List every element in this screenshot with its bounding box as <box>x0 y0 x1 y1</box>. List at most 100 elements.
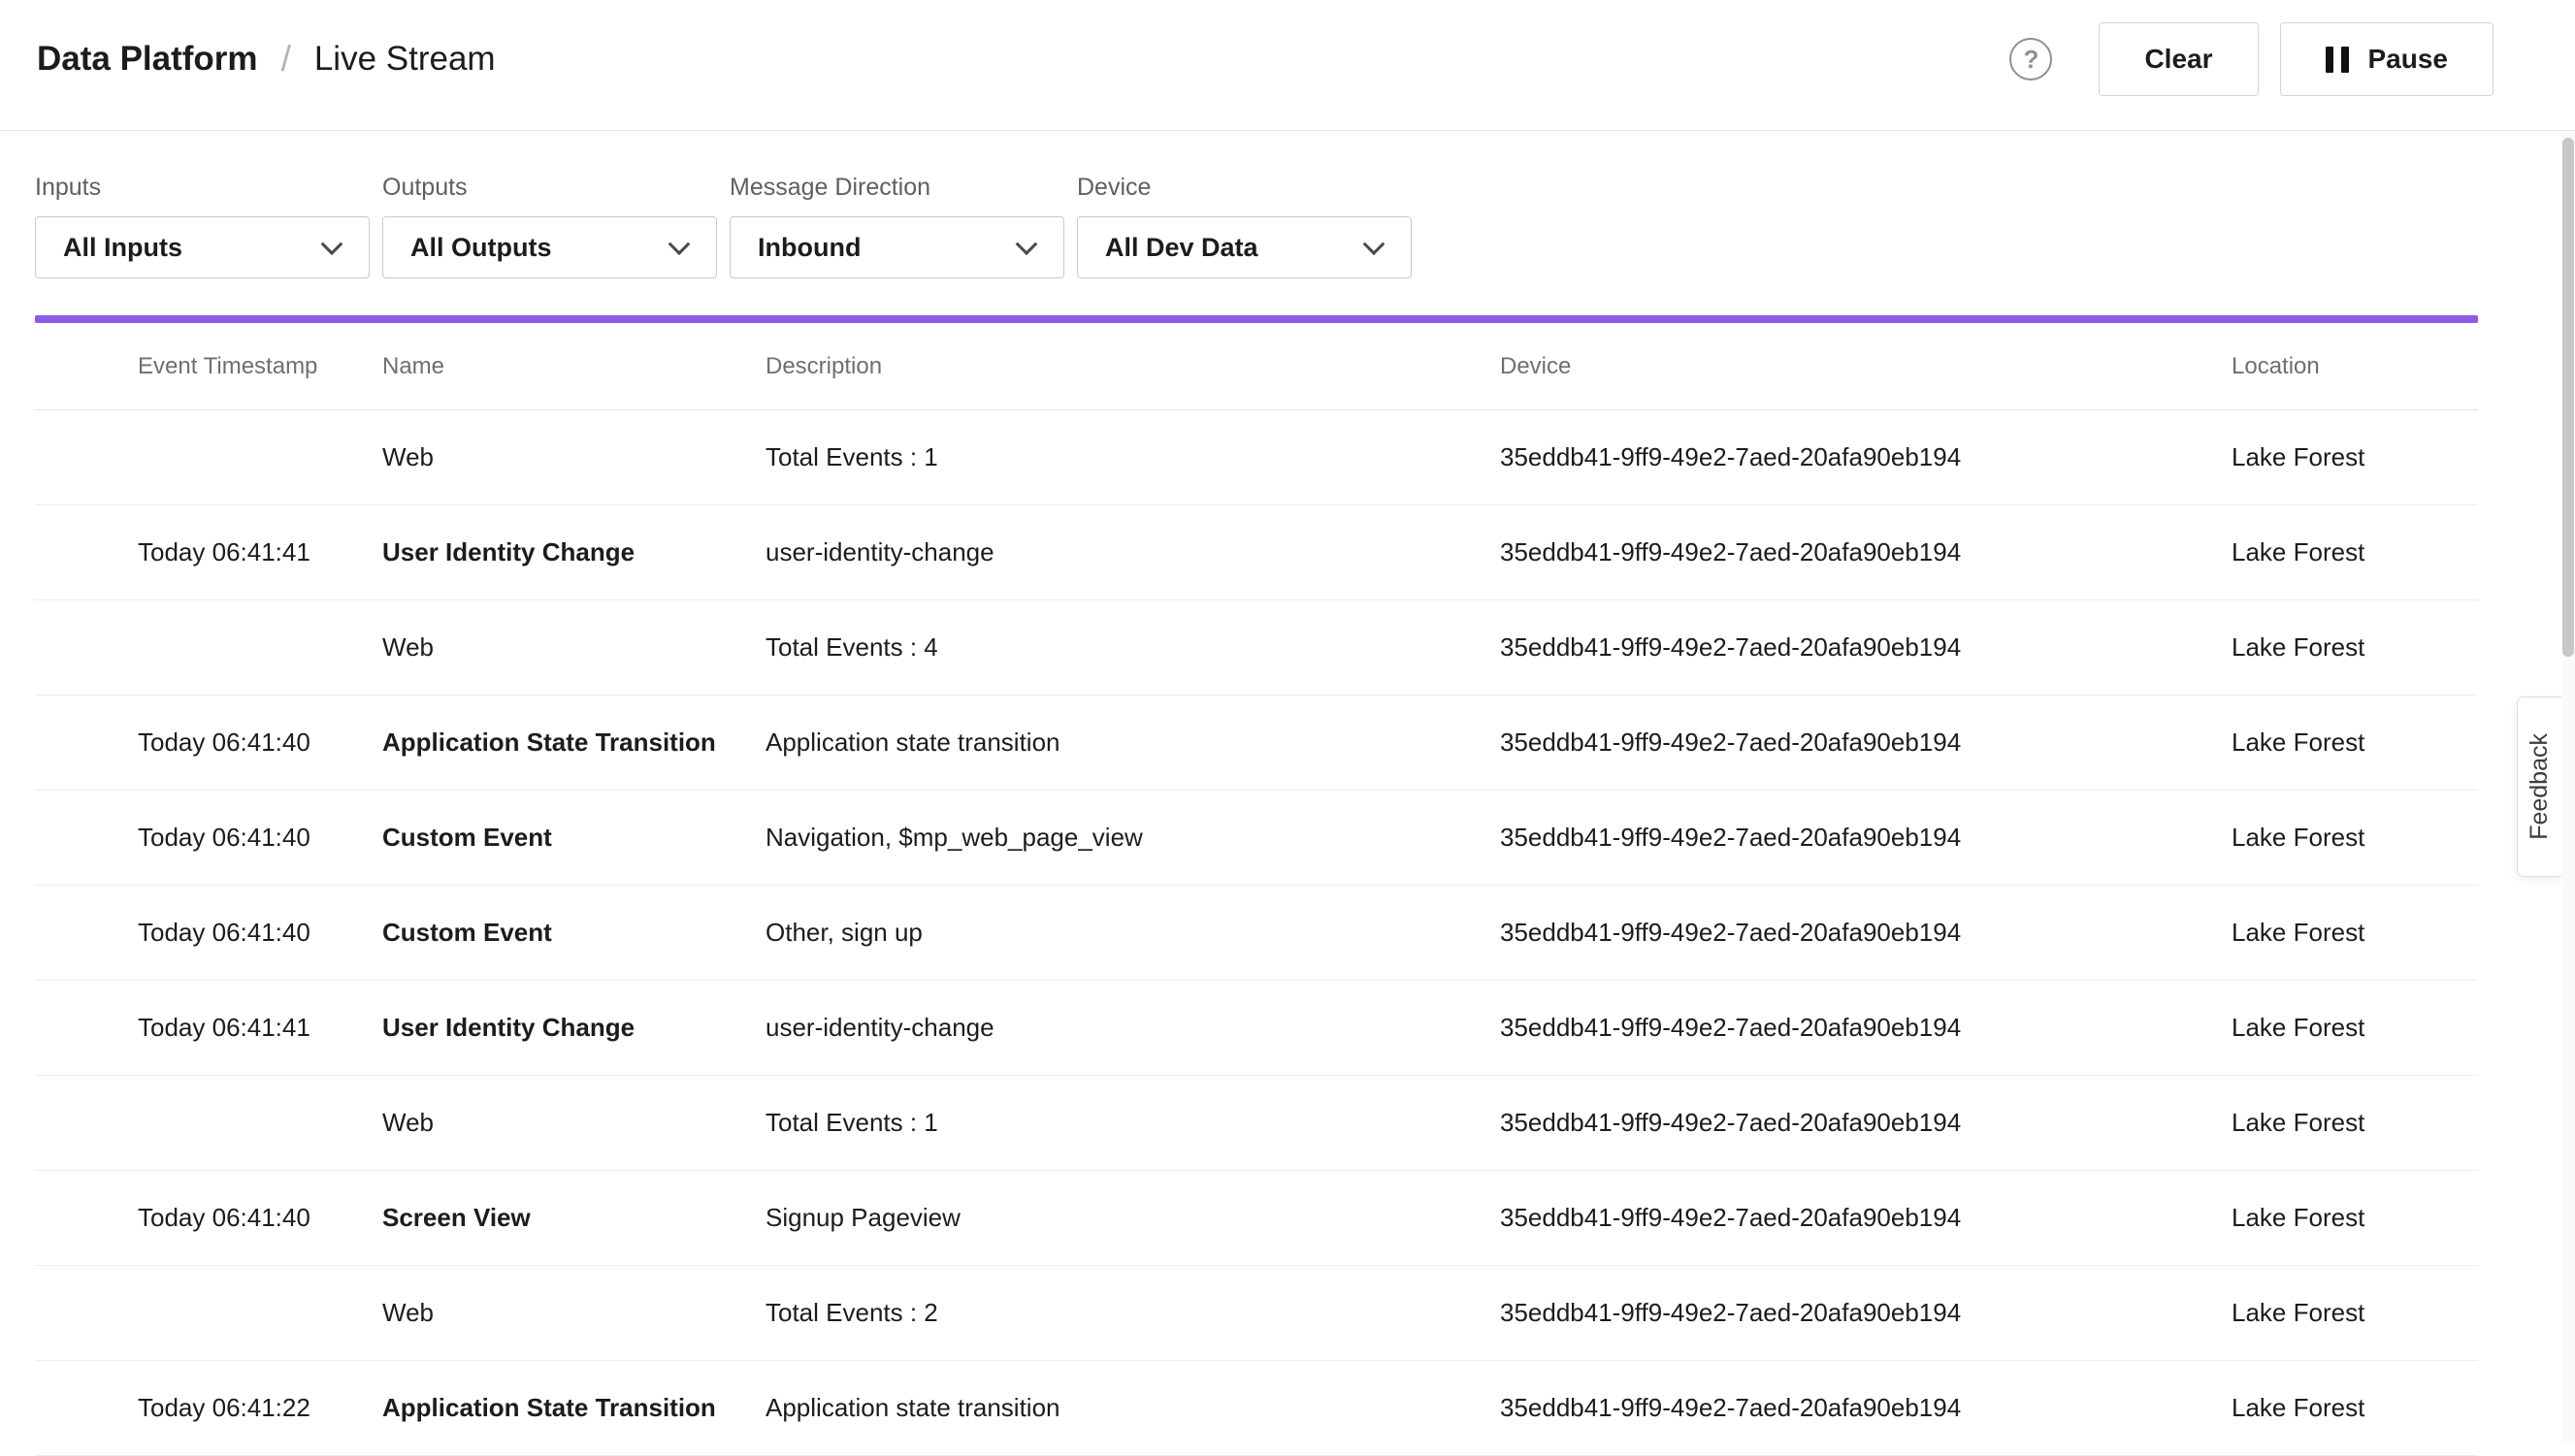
scrollbar-thumb[interactable] <box>2562 138 2574 657</box>
table-row[interactable]: Web Total Events : 4 35eddb41-9ff9-49e2-… <box>35 600 2478 696</box>
event-device: 35eddb41-9ff9-49e2-7aed-20afa90eb194 <box>1500 442 2232 472</box>
event-device: 35eddb41-9ff9-49e2-7aed-20afa90eb194 <box>1500 1393 2232 1423</box>
event-description: user-identity-change <box>766 537 1500 567</box>
help-icon[interactable]: ? <box>2009 38 2052 81</box>
event-name: Custom Event <box>382 823 766 853</box>
chevron-down-icon <box>321 233 343 255</box>
filter-dropdown-device[interactable]: All Dev Data <box>1077 216 1412 278</box>
event-table: Event Timestamp Name Description Device … <box>35 323 2478 1456</box>
table-row[interactable]: Today 06:41:40 Application State Transit… <box>35 696 2478 791</box>
event-device: 35eddb41-9ff9-49e2-7aed-20afa90eb194 <box>1500 823 2232 853</box>
event-name: Web <box>382 442 766 472</box>
event-device: 35eddb41-9ff9-49e2-7aed-20afa90eb194 <box>1500 537 2232 567</box>
event-location: Lake Forest <box>2232 537 2478 567</box>
event-location: Lake Forest <box>2232 1013 2478 1043</box>
chevron-down-icon <box>1363 233 1385 255</box>
table-row[interactable]: Today 06:41:22 Application State Transit… <box>35 1361 2478 1456</box>
event-description: Total Events : 4 <box>766 632 1500 663</box>
event-timestamp: Today 06:41:40 <box>138 918 382 948</box>
clear-button-label: Clear <box>2144 44 2212 75</box>
breadcrumb-section[interactable]: Data Platform <box>37 40 258 79</box>
page-title: Live Stream <box>314 40 496 79</box>
pause-icon <box>2326 47 2349 73</box>
filter-group-outputs: Outputs All Outputs <box>382 174 717 278</box>
event-location: Lake Forest <box>2232 823 2478 853</box>
breadcrumb: Data Platform / Live Stream <box>37 39 496 80</box>
table-header-row: Event Timestamp Name Description Device … <box>35 323 2478 410</box>
event-name: Web <box>382 1298 766 1328</box>
table-row[interactable]: Today 06:41:40 Custom Event Navigation, … <box>35 791 2478 886</box>
filter-dropdown-outputs[interactable]: All Outputs <box>382 216 717 278</box>
table-row[interactable]: Today 06:41:41 User Identity Change user… <box>35 981 2478 1076</box>
column-header-location: Location <box>2232 353 2478 380</box>
event-device: 35eddb41-9ff9-49e2-7aed-20afa90eb194 <box>1500 1013 2232 1043</box>
event-description: user-identity-change <box>766 1013 1500 1043</box>
event-name: Screen View <box>382 1203 766 1233</box>
event-device: 35eddb41-9ff9-49e2-7aed-20afa90eb194 <box>1500 1203 2232 1233</box>
event-location: Lake Forest <box>2232 918 2478 948</box>
chevron-down-icon <box>668 233 691 255</box>
accent-bar <box>35 315 2478 323</box>
table-row[interactable]: Today 06:41:41 User Identity Change user… <box>35 505 2478 600</box>
table-row[interactable]: Today 06:41:40 Custom Event Other, sign … <box>35 886 2478 981</box>
filter-value-outputs: All Outputs <box>410 233 551 263</box>
event-description: Application state transition <box>766 728 1500 758</box>
event-name: Web <box>382 632 766 663</box>
event-timestamp: Today 06:41:40 <box>138 728 382 758</box>
chevron-down-icon <box>1016 233 1038 255</box>
filter-value-device: All Dev Data <box>1105 233 1258 263</box>
event-location: Lake Forest <box>2232 728 2478 758</box>
filter-value-message-direction: Inbound <box>758 233 861 263</box>
event-description: Navigation, $mp_web_page_view <box>766 823 1500 853</box>
header-actions: ? Clear Pause <box>2009 22 2494 96</box>
event-description: Total Events : 1 <box>766 1108 1500 1138</box>
event-device: 35eddb41-9ff9-49e2-7aed-20afa90eb194 <box>1500 1108 2232 1138</box>
event-location: Lake Forest <box>2232 632 2478 663</box>
event-description: Total Events : 1 <box>766 442 1500 472</box>
event-timestamp: Today 06:41:22 <box>138 1393 382 1423</box>
event-name: Web <box>382 1108 766 1138</box>
column-header-timestamp: Event Timestamp <box>138 353 382 380</box>
event-name: User Identity Change <box>382 1013 766 1043</box>
event-location: Lake Forest <box>2232 1393 2478 1423</box>
table-row[interactable]: Web Total Events : 1 35eddb41-9ff9-49e2-… <box>35 410 2478 505</box>
filter-dropdown-message-direction[interactable]: Inbound <box>730 216 1064 278</box>
pause-button[interactable]: Pause <box>2280 22 2494 96</box>
event-location: Lake Forest <box>2232 1203 2478 1233</box>
scrollbar[interactable] <box>2561 132 2575 1441</box>
event-timestamp: Today 06:41:40 <box>138 823 382 853</box>
column-header-description: Description <box>766 353 1500 380</box>
table-body: Web Total Events : 1 35eddb41-9ff9-49e2-… <box>35 410 2478 1456</box>
filter-label-device: Device <box>1077 174 1412 202</box>
feedback-tab[interactable]: Feedback <box>2517 696 2561 877</box>
event-name: Custom Event <box>382 918 766 948</box>
breadcrumb-separator: / <box>281 39 291 80</box>
column-header-device: Device <box>1500 353 2232 380</box>
filter-value-inputs: All Inputs <box>63 233 182 263</box>
table-row[interactable]: Today 06:41:40 Screen View Signup Pagevi… <box>35 1171 2478 1266</box>
filter-label-outputs: Outputs <box>382 174 717 202</box>
event-location: Lake Forest <box>2232 1108 2478 1138</box>
event-description: Total Events : 2 <box>766 1298 1500 1328</box>
event-name: User Identity Change <box>382 537 766 567</box>
feedback-tab-label: Feedback <box>2526 733 2554 840</box>
clear-button[interactable]: Clear <box>2099 22 2258 96</box>
event-description: Signup Pageview <box>766 1203 1500 1233</box>
event-name: Application State Transition <box>382 1393 766 1423</box>
filter-bar: Inputs All Inputs Outputs All Outputs Me… <box>0 131 2575 278</box>
table-row[interactable]: Web Total Events : 1 35eddb41-9ff9-49e2-… <box>35 1076 2478 1171</box>
pause-button-label: Pause <box>2368 44 2449 75</box>
filter-dropdown-inputs[interactable]: All Inputs <box>35 216 370 278</box>
event-timestamp: Today 06:41:41 <box>138 537 382 567</box>
column-header-name: Name <box>382 353 766 380</box>
event-device: 35eddb41-9ff9-49e2-7aed-20afa90eb194 <box>1500 632 2232 663</box>
event-device: 35eddb41-9ff9-49e2-7aed-20afa90eb194 <box>1500 728 2232 758</box>
event-timestamp: Today 06:41:40 <box>138 1203 382 1233</box>
filter-label-inputs: Inputs <box>35 174 370 202</box>
table-row[interactable]: Web Total Events : 2 35eddb41-9ff9-49e2-… <box>35 1266 2478 1361</box>
filter-group-inputs: Inputs All Inputs <box>35 174 370 278</box>
event-description: Other, sign up <box>766 918 1500 948</box>
event-timestamp: Today 06:41:41 <box>138 1013 382 1043</box>
event-device: 35eddb41-9ff9-49e2-7aed-20afa90eb194 <box>1500 1298 2232 1328</box>
event-device: 35eddb41-9ff9-49e2-7aed-20afa90eb194 <box>1500 918 2232 948</box>
